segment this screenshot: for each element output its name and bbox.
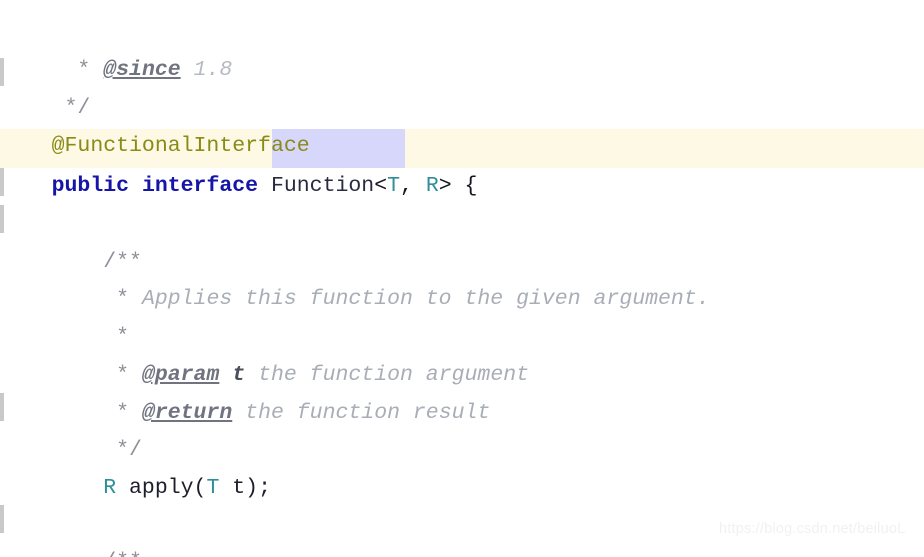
method-param-type: T: [206, 476, 220, 500]
code-line-doc-close-1[interactable]: */: [0, 51, 924, 120]
code-line-declaration[interactable]: public interface Function<T, R> {: [0, 129, 924, 198]
generic-close-angle: >: [438, 174, 452, 198]
code-line-doc-applies[interactable]: * Applies this function to the given arg…: [0, 242, 924, 311]
code-line-since[interactable]: * @since 1.8: [0, 13, 924, 82]
code-line-doc-param[interactable]: * @param t the function argument: [0, 318, 924, 387]
generic-open-angle: <: [374, 174, 388, 198]
code-line-apply-signature[interactable]: R apply(T t);: [0, 431, 924, 500]
code-line-doc-open-2[interactable]: /**: [0, 505, 924, 557]
interface-name-function[interactable]: Function: [271, 174, 374, 198]
code-line-doc-open-1[interactable]: /**: [0, 205, 924, 274]
generic-param-t: T: [387, 174, 400, 198]
method-return-type: R: [103, 476, 117, 500]
keyword-public: public: [51, 174, 130, 198]
generic-comma: ,: [400, 174, 426, 198]
code-line-doc-close-2[interactable]: */: [0, 393, 924, 462]
code-line-doc-returns-composed[interactable]: * Returns a composed function that first…: [0, 543, 924, 557]
method-name-apply[interactable]: apply(: [116, 476, 206, 500]
code-line-doc-return[interactable]: * @return the function result: [0, 356, 924, 425]
method-param-name: t);: [219, 476, 271, 500]
generic-param-r: R: [425, 174, 439, 198]
code-line-doc-blank[interactable]: *: [0, 280, 924, 349]
code-editor-viewport[interactable]: * @since 1.8 */ @FunctionalInterface pub…: [0, 0, 924, 557]
body-open-brace: {: [451, 174, 478, 198]
keyword-interface: interface: [141, 174, 259, 198]
code-line-annotation[interactable]: @FunctionalInterface: [0, 89, 924, 158]
